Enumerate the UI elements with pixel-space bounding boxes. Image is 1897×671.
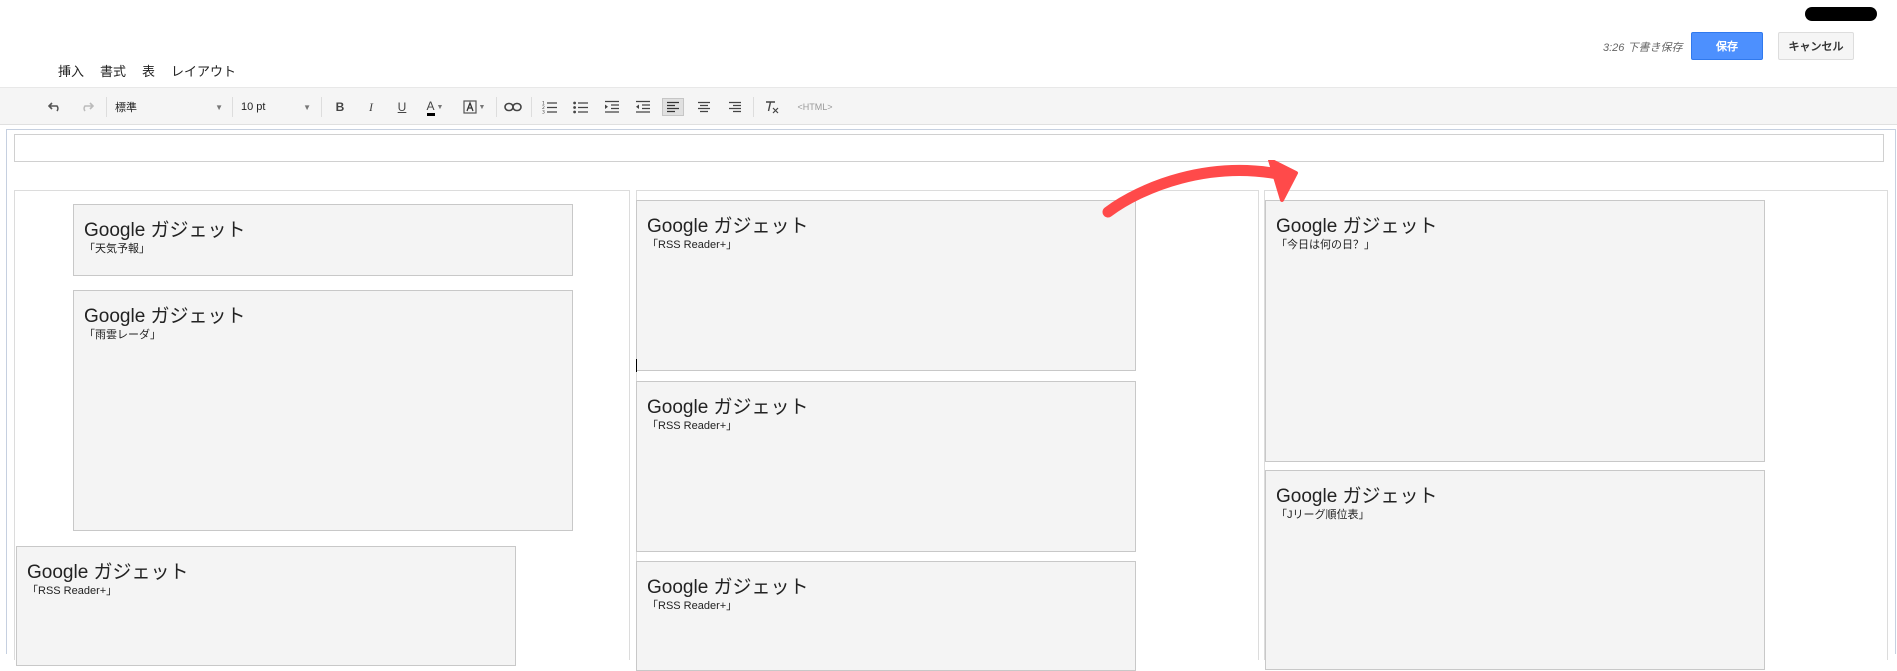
cancel-button[interactable]: キャンセル xyxy=(1778,32,1854,60)
paragraph-style-value: 標準 xyxy=(115,102,137,114)
menu-format[interactable]: 書式 xyxy=(100,61,126,80)
highlight-icon xyxy=(462,100,477,114)
formatting-toolbar: 標準 ▼ 10 pt ▼ B I U A ▼ ▼ 123 <HTML> xyxy=(0,87,1897,125)
menu-table[interactable]: 表 xyxy=(142,61,155,80)
gadget-j-league-standings[interactable]: Google ガジェット 「Jリーグ順位表」 xyxy=(1265,470,1765,670)
gadget-title: Google ガジェット xyxy=(1276,486,1438,507)
menu-layout[interactable]: レイアウト xyxy=(171,61,236,80)
bold-button[interactable]: B xyxy=(332,98,348,116)
align-left-icon[interactable] xyxy=(662,98,684,116)
gadget-subtitle: 「RSS Reader+」 xyxy=(647,239,738,251)
toolbar-divider xyxy=(531,97,532,117)
text-color-letter: A xyxy=(426,99,435,116)
gadget-today-in-history[interactable]: Google ガジェット 「今日は何の日？」 xyxy=(1265,200,1765,462)
font-size-value: 10 pt xyxy=(241,101,266,113)
gadget-subtitle: 「雨雲レーダ」 xyxy=(84,329,161,341)
gadget-subtitle: 「RSS Reader+」 xyxy=(647,420,738,432)
text-color-button[interactable]: A ▼ xyxy=(422,98,448,116)
gadget-subtitle: 「今日は何の日？」 xyxy=(1276,239,1375,251)
toolbar-divider xyxy=(753,97,754,117)
highlight-color-button[interactable]: ▼ xyxy=(461,98,487,116)
italic-button[interactable]: I xyxy=(363,98,379,116)
align-right-icon[interactable] xyxy=(725,98,745,116)
toolbar-divider xyxy=(106,97,107,117)
menu-bar: 挿入 書式 表 レイアウト xyxy=(58,61,236,80)
undo-icon[interactable] xyxy=(46,98,64,116)
toolbar-divider xyxy=(496,97,497,117)
gadget-weather[interactable]: Google ガジェット 「天気予報」 xyxy=(73,204,573,276)
gadget-rss-reader[interactable]: Google ガジェット 「RSS Reader+」 xyxy=(636,561,1136,671)
chevron-down-icon: ▼ xyxy=(303,102,311,112)
gadget-rss-reader[interactable]: Google ガジェット 「RSS Reader+」 xyxy=(636,381,1136,552)
chevron-down-icon: ▼ xyxy=(436,103,444,111)
gadget-subtitle: 「Jリーグ順位表」 xyxy=(1276,509,1370,521)
toolbar-divider xyxy=(321,97,322,117)
align-center-icon[interactable] xyxy=(694,98,714,116)
underline-button[interactable]: U xyxy=(394,98,410,116)
gadget-title: Google ガジェット xyxy=(647,397,809,418)
chevron-down-icon: ▼ xyxy=(478,103,486,111)
gadget-rss-reader[interactable]: Google ガジェット 「RSS Reader+」 xyxy=(636,200,1136,371)
gadget-title: Google ガジェット xyxy=(27,562,189,583)
gadget-title: Google ガジェット xyxy=(84,306,246,327)
annotation-arrow-icon xyxy=(1102,160,1298,218)
bulleted-list-icon[interactable] xyxy=(571,98,591,116)
toolbar-divider xyxy=(232,97,233,117)
account-avatar[interactable] xyxy=(1805,7,1877,21)
link-icon[interactable] xyxy=(503,98,523,116)
gadget-rain-radar[interactable]: Google ガジェット 「雨雲レーダ」 xyxy=(73,290,573,531)
gadget-title: Google ガジェット xyxy=(84,220,246,241)
save-button[interactable]: 保存 xyxy=(1691,32,1763,60)
gadget-subtitle: 「RSS Reader+」 xyxy=(647,600,738,612)
save-status: 3:26 下書き保存 xyxy=(1603,42,1683,54)
svg-text:3: 3 xyxy=(542,110,545,115)
clear-formatting-icon[interactable] xyxy=(762,98,782,116)
html-mode-button[interactable]: <HTML> xyxy=(794,98,836,116)
post-title-input[interactable] xyxy=(14,134,1884,162)
redo-icon[interactable] xyxy=(78,98,96,116)
menu-insert[interactable]: 挿入 xyxy=(58,61,84,80)
indent-icon[interactable] xyxy=(602,98,622,116)
gadget-rss-reader[interactable]: Google ガジェット 「RSS Reader+」 xyxy=(16,546,516,666)
numbered-list-icon[interactable]: 123 xyxy=(540,98,560,116)
chevron-down-icon: ▼ xyxy=(215,102,223,112)
gadget-subtitle: 「RSS Reader+」 xyxy=(27,585,118,597)
gadget-title: Google ガジェット xyxy=(647,577,809,598)
outdent-icon[interactable] xyxy=(633,98,653,116)
font-size-dropdown[interactable]: 10 pt ▼ xyxy=(241,98,311,116)
text-cursor xyxy=(636,359,637,372)
gadget-title: Google ガジェット xyxy=(647,216,809,237)
gadget-subtitle: 「天気予報」 xyxy=(84,243,150,255)
paragraph-style-dropdown[interactable]: 標準 ▼ xyxy=(115,98,223,116)
